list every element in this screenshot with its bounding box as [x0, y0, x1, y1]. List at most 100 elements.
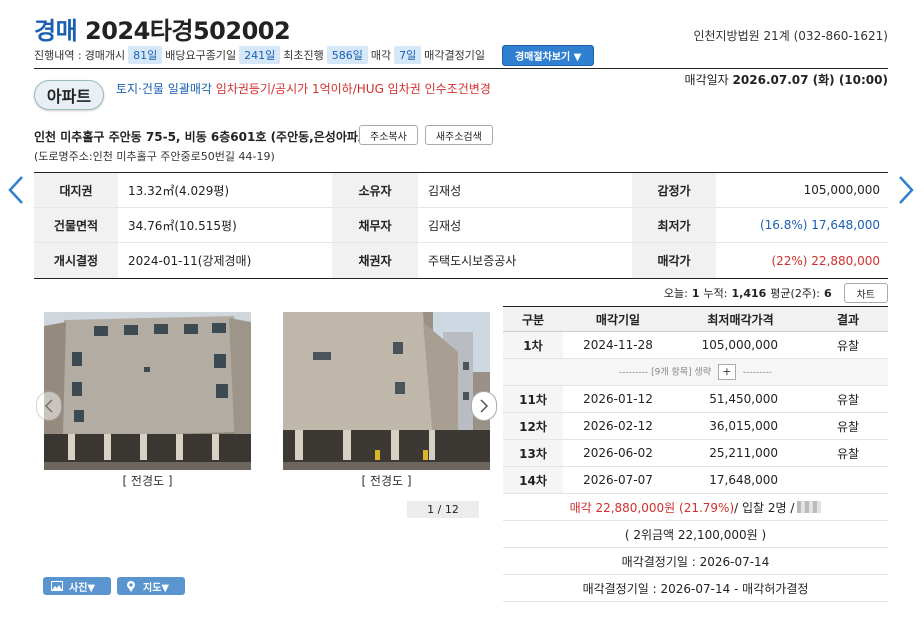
price-cell: 25,211,000 [673, 439, 808, 467]
info-value: 34.76㎡(10.515평) [128, 218, 237, 233]
info-header: 채권자 [332, 243, 418, 278]
info-row: 개시결정 2024-01-11(강제경매) 채권자 주택도시보증공사 매각가 (… [34, 243, 888, 278]
step-name: 매각 [370, 49, 392, 62]
round-cell: 14차 [503, 466, 563, 494]
address-buttons: 주소복사 새주소검색 [359, 125, 493, 145]
copy-address-button[interactable]: 주소복사 [359, 125, 418, 145]
stat-value: 6 [823, 286, 832, 300]
info-row: 건물면적 34.76㎡(10.515평) 채무자 김재성 최저가 (16.8%)… [34, 208, 888, 243]
sale-date-value: 2026.07.07 (화) (10:00) [732, 73, 888, 87]
stat-label: 누적: [703, 287, 728, 300]
omitted-dashes: --------- [742, 367, 772, 378]
round-cell: 12차 [503, 412, 563, 440]
notice-red: 임차권등기/공시가 1억이하/HUG 임차권 인수조건변경 [215, 82, 491, 96]
info-value: 김재성 [428, 183, 462, 198]
expand-omitted-button[interactable]: + [717, 364, 736, 380]
new-address-search-button[interactable]: 새주소검색 [424, 125, 493, 145]
auction-steps-button[interactable]: 경매절차보기 ▼ [501, 44, 595, 66]
info-header: 개시결정 [34, 243, 118, 278]
step-days: 241일 [239, 46, 281, 64]
table-row: 13차 2026-06-02 25,211,000 유찰 [503, 439, 888, 467]
info-header: 감정가 [632, 173, 716, 207]
omitted-text: [9개 항목] 생략 [651, 367, 711, 378]
property-address: 인천 미추홀구 주안동 75-5, 비동 6층601호 (주안동,은성아파트) [34, 130, 375, 144]
appraisal-value: 105,000,000 [803, 183, 880, 197]
result-cell: 유찰 [808, 331, 888, 359]
column-header: 결과 [808, 306, 888, 332]
info-value: 주택도시보증공사 [428, 254, 517, 268]
progress-timeline: 진행내역 : 경매개시 81일 배당요구종기일 241일 최초진행 586일 매… [34, 44, 595, 66]
price-cell: 51,450,000 [673, 385, 808, 413]
info-header: 건물면적 [34, 208, 118, 242]
decision-date: 매각결정기일 : 2026-07-14 [503, 548, 888, 575]
property-type-badge: 아파트 [34, 80, 104, 110]
round-cell: 1차 [503, 331, 563, 359]
step-days: 586일 [326, 46, 368, 64]
sale-date: 매각일자 2026.07.07 (화) (10:00) [685, 71, 888, 88]
date-cell: 2026-02-12 [563, 412, 673, 440]
price-cell: 17,648,000 [673, 466, 808, 494]
table-row: 1차 2024-11-28 105,000,000 유찰 [503, 331, 888, 359]
photo-button-label: 사진▼ [69, 582, 96, 594]
road-address: (도로명주소:인천 미추홀구 주안중로50번길 44-19) [34, 150, 275, 163]
step-name: 매각결정기일 [424, 49, 485, 62]
photo-caption: [ 전경도 ] [361, 474, 412, 488]
title-keyword: 경매 [34, 17, 78, 45]
decision-result: 매각결정기일 : 2026-07-14 - 매각허가결정 [503, 575, 888, 602]
omitted-rows-cell: --------- [9개 항목] 생략 + --------- [503, 358, 888, 386]
progress-label: 진행내역 : [34, 49, 82, 62]
info-header: 소유자 [332, 173, 418, 207]
result-cell: 유찰 [808, 385, 888, 413]
chart-button[interactable]: 차트 [843, 283, 888, 303]
step-days: 81일 [128, 46, 163, 64]
info-header: 채무자 [332, 208, 418, 242]
table-header-row: 구분 매각기일 최저매각가격 결과 [503, 306, 888, 332]
stat-value: 1 [691, 286, 700, 300]
stat-label: 평균(2주): [770, 287, 820, 300]
view-stats: 오늘: 1 누적: 1,416 평균(2주): 6 차트 [664, 283, 888, 303]
second-bid-amount: ( 2위금액 22,100,000원 ) [503, 521, 888, 548]
result-cell: 유찰 [808, 439, 888, 467]
map-button-label: 지도▼ [143, 582, 170, 594]
sale-result-bidders: / 입찰 2명 / [734, 500, 795, 515]
result-cell: 유찰 [808, 412, 888, 440]
photo-next-button[interactable] [471, 391, 497, 421]
column-header: 구분 [503, 306, 563, 332]
map-pin-icon [127, 581, 135, 592]
chevron-right-icon [899, 176, 914, 204]
info-value: 김재성 [428, 218, 462, 233]
photo-pager: 1 / 12 [407, 501, 479, 518]
auction-history: 구분 매각기일 최저매각가격 결과 1차 2024-11-28 105,000,… [503, 306, 888, 602]
map-dropdown-button[interactable]: 지도▼ [117, 577, 185, 595]
column-header: 매각기일 [563, 306, 673, 332]
case-number: 2024타경502002 [85, 17, 291, 45]
property-info-table: 대지권 13.32㎡(4.029평) 소유자 김재성 감정가 105,000,0… [34, 172, 888, 279]
building-photo[interactable] [283, 312, 490, 470]
table-row: 14차 2026-07-07 17,648,000 [503, 466, 888, 494]
stat-value: 1,416 [731, 286, 767, 300]
omitted-dashes: --------- [619, 367, 649, 378]
next-item-arrow[interactable] [896, 175, 916, 205]
special-notice: 토지·건물 일괄매각 임차권등기/공시가 1억이하/HUG 임차권 인수조건변경 [116, 80, 491, 97]
date-cell: 2026-07-07 [563, 466, 673, 494]
price-cell: 36,015,000 [673, 412, 808, 440]
table-row: 12차 2026-02-12 36,015,000 유찰 [503, 412, 888, 440]
sale-price-value: (22%) 22,880,000 [771, 253, 880, 268]
sale-result: 매각 22,880,000원 (21.79%) / 입찰 2명 / [503, 494, 888, 521]
sale-result-amount: 매각 22,880,000원 (21.79%) [569, 500, 735, 515]
round-cell: 11차 [503, 385, 563, 413]
info-header: 대지권 [34, 173, 118, 207]
photo-dropdown-button[interactable]: 사진▼ [43, 577, 111, 595]
notice-blue: 토지·건물 일괄매각 [116, 82, 212, 96]
page-title: 경매 2024타경502002 [34, 11, 291, 46]
court-info: 인천지방법원 21계 (032-860-1621) [693, 29, 888, 43]
step-name: 최초진행 [283, 49, 324, 62]
info-header: 매각가 [632, 243, 716, 278]
info-header: 최저가 [632, 208, 716, 242]
photo-prev-button[interactable] [36, 391, 62, 421]
header-divider [34, 68, 888, 69]
prev-item-arrow[interactable] [6, 175, 26, 205]
stat-label: 오늘: [663, 287, 688, 300]
building-photo-image [44, 312, 251, 470]
building-photo[interactable] [44, 312, 251, 470]
